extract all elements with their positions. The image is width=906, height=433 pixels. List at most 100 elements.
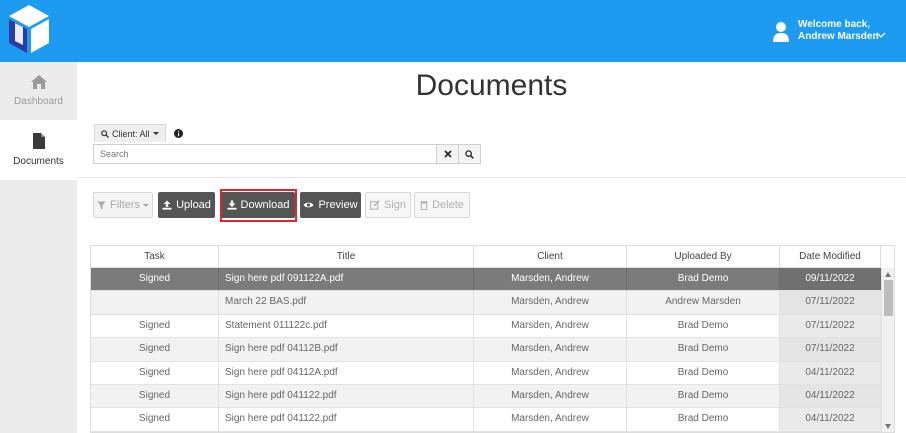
scroll-up-icon[interactable] (885, 272, 891, 277)
delete-button[interactable]: Delete (414, 192, 470, 218)
scroll-down-icon[interactable] (885, 424, 891, 429)
cell-task: Signed (91, 361, 219, 384)
column-header-task[interactable]: Task (91, 246, 219, 267)
cell-date-modified: 07/11/2022 (780, 338, 881, 361)
table-row[interactable]: Signed Sign here pdf 04112A.pdf Marsden,… (91, 361, 881, 385)
search-bar (93, 144, 481, 164)
cell-date-modified: 04/11/2022 (780, 384, 881, 408)
sign-button[interactable]: Sign (365, 192, 411, 218)
file-icon (32, 133, 45, 149)
page-title: Documents (415, 69, 568, 102)
scrollbar-thumb[interactable] (884, 280, 893, 316)
user-icon (773, 22, 789, 42)
sidebar: Dashboard Documents (0, 62, 77, 433)
search-icon (465, 149, 474, 159)
cell-date-modified: 07/11/2022 (780, 314, 881, 338)
cell-task: Signed (91, 408, 219, 431)
table-row[interactable]: Signed Sign here pdf 041122.pdf Marsden,… (91, 408, 881, 432)
cell-title: Sign here pdf 041122.pdf (219, 384, 474, 408)
upload-label: Upload (176, 199, 211, 211)
column-header-uploaded-by[interactable]: Uploaded By (627, 246, 780, 267)
table-body: Signed Sign here pdf 091122A.pdf Marsden… (91, 268, 881, 432)
cell-title: Statement 011122c.pdf (219, 314, 474, 338)
cell-client: Marsden, Andrew (474, 268, 627, 291)
trash-icon (420, 201, 428, 210)
download-highlight-box (220, 189, 297, 222)
column-header-client[interactable]: Client (474, 246, 627, 267)
cell-title: March 22 BAS.pdf (219, 291, 474, 314)
cell-uploaded-by: Brad Demo (627, 268, 780, 291)
search-button[interactable] (459, 144, 481, 164)
cell-task: Signed (91, 338, 219, 361)
cell-client: Marsden, Andrew (474, 314, 627, 338)
cell-date-modified: 09/11/2022 (780, 268, 881, 291)
cell-task: Signed (91, 384, 219, 408)
table-row[interactable]: Signed Statement 011122c.pdf Marsden, An… (91, 314, 881, 339)
table-row[interactable]: Signed Sign here pdf 041122.pdf Marsden,… (91, 384, 881, 409)
cell-uploaded-by: Brad Demo (627, 314, 780, 338)
table-scrollbar[interactable] (881, 268, 894, 432)
cell-client: Marsden, Andrew (474, 408, 627, 431)
preview-label: Preview (318, 199, 358, 211)
cell-title: Sign here pdf 041122.pdf (219, 408, 474, 431)
cell-client: Marsden, Andrew (474, 291, 627, 314)
cell-uploaded-by: Brad Demo (627, 338, 780, 361)
column-header-title[interactable]: Title (219, 246, 474, 267)
search-input[interactable] (93, 144, 437, 164)
cell-task: Signed (91, 314, 219, 338)
cell-title: Sign here pdf 04112A.pdf (219, 361, 474, 384)
cell-task (91, 291, 219, 314)
sidebar-item-label: Documents (13, 156, 64, 167)
client-filter-label: Client: All (112, 128, 150, 139)
welcome-text: Welcome back, (798, 19, 871, 30)
filters-label: Filters (110, 199, 140, 211)
user-menu[interactable]: Welcome back, Andrew Marsden (772, 19, 886, 43)
sidebar-item-dashboard[interactable]: Dashboard (0, 62, 77, 120)
cell-uploaded-by: Brad Demo (627, 384, 780, 408)
sign-label: Sign (383, 199, 407, 211)
table-row[interactable]: Signed Sign here pdf 04112B.pdf Marsden,… (91, 338, 881, 362)
top-bar: Welcome back, Andrew Marsden (0, 0, 906, 62)
table-header: Task Title Client Uploaded By Date Modif… (91, 246, 881, 268)
column-header-date-modified[interactable]: Date Modified (780, 246, 881, 267)
cell-uploaded-by: Brad Demo (627, 408, 780, 431)
table-row[interactable]: Signed Sign here pdf 091122A.pdf Marsden… (91, 268, 881, 292)
search-icon (101, 129, 109, 138)
close-icon (443, 150, 452, 158)
cell-client: Marsden, Andrew (474, 384, 627, 408)
documents-table: Task Title Client Uploaded By Date Modif… (90, 245, 895, 433)
sidebar-item-label: Dashboard (14, 96, 63, 107)
eye-icon (303, 202, 314, 208)
info-icon[interactable] (173, 128, 183, 138)
cell-date-modified: 04/11/2022 (780, 408, 881, 431)
filters-button[interactable]: Filters (93, 192, 153, 218)
user-greeting: Welcome back, Andrew Marsden (798, 19, 879, 43)
user-name: Andrew Marsden (798, 31, 879, 42)
edit-icon (370, 200, 380, 210)
cell-date-modified: 07/11/2022 (780, 291, 881, 314)
client-filter-row: Client: All (94, 124, 183, 142)
upload-button[interactable]: Upload (158, 192, 215, 218)
cell-date-modified: 04/11/2022 (780, 361, 881, 384)
cell-client: Marsden, Andrew (474, 361, 627, 384)
sidebar-item-documents[interactable]: Documents (0, 120, 77, 180)
cell-uploaded-by: Brad Demo (627, 361, 780, 384)
app-logo[interactable] (5, 3, 53, 59)
preview-button[interactable]: Preview (300, 192, 361, 218)
client-filter-dropdown[interactable]: Client: All (94, 124, 166, 142)
clear-search-button[interactable] (437, 144, 459, 164)
cell-task: Signed (91, 268, 219, 291)
filter-icon (97, 201, 106, 209)
cell-title: Sign here pdf 091122A.pdf (219, 268, 474, 291)
delete-label: Delete (432, 199, 464, 211)
home-icon (30, 75, 47, 89)
divider (77, 177, 906, 178)
upload-icon (162, 200, 172, 210)
cell-title: Sign here pdf 04112B.pdf (219, 338, 474, 361)
table-row[interactable]: March 22 BAS.pdf Marsden, Andrew Andrew … (91, 291, 881, 315)
cell-client: Marsden, Andrew (474, 338, 627, 361)
cell-uploaded-by: Andrew Marsden (627, 291, 780, 314)
caret-down-icon (152, 132, 159, 135)
caret-down-icon (142, 203, 149, 207)
chevron-down-icon[interactable] (876, 31, 886, 39)
